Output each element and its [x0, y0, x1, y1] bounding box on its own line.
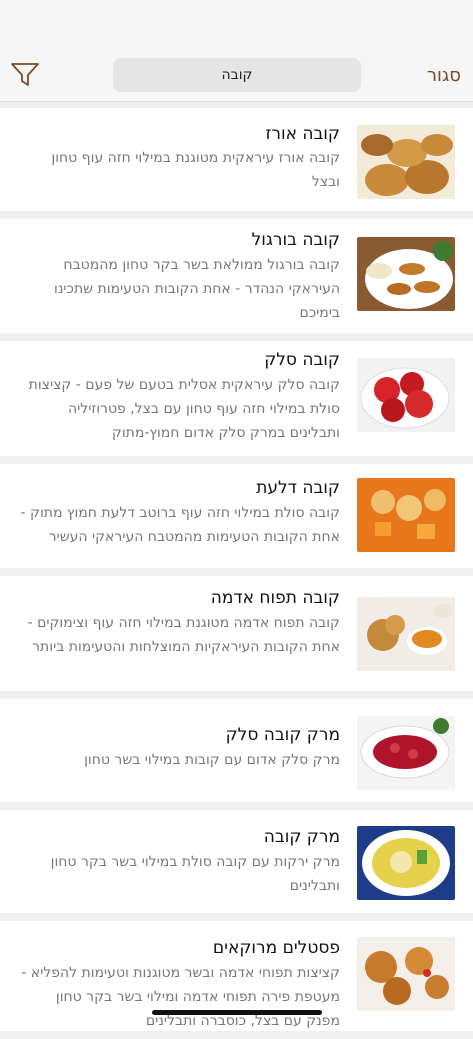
recipe-description: קובה אורז עיראקית מטוגנת במילוי חזה עוף …	[51, 150, 340, 190]
recipe-description: מרק ירקות עם קובה סולת במילוי בשר בקר טח…	[50, 854, 340, 894]
recipe-title: קובה סלק	[264, 350, 340, 370]
potato-kubbeh-photo	[357, 597, 455, 671]
pumpkin-kubbeh-photo	[357, 478, 455, 552]
beet-kubbeh-photo	[357, 358, 455, 432]
filter-icon[interactable]	[10, 60, 40, 90]
recipe-description: קובה סלק עיראקית אסלית בטעם של פעם - קצי…	[28, 377, 340, 441]
close-button[interactable]: סגור	[427, 64, 461, 88]
recipe-description: קובה סולת במילוי חזה עוף ברוטב דלעת חמוץ…	[20, 505, 340, 545]
recipe-title: קובה תפוח אדמה	[210, 588, 340, 608]
home-indicator[interactable]	[152, 1010, 322, 1015]
list-item[interactable]: קובה דלעת קובה סולת במילוי חזה עוף ברוטב…	[0, 464, 473, 568]
recipe-title: קובה בורגול	[251, 230, 340, 250]
moroccan-pastels-photo	[357, 937, 455, 1011]
search-input[interactable]: קובה	[113, 58, 361, 92]
kubbeh-soup-photo	[357, 826, 455, 900]
list-item[interactable]: קובה בורגול קובה בורגול ממולאת בשר בקר ט…	[0, 219, 473, 333]
recipe-title: מרק קובה	[263, 827, 340, 847]
recipe-title: מרק קובה סלק	[225, 725, 340, 745]
recipe-title: פסטלים מרוקאים	[212, 938, 340, 958]
recipe-title: קובה אורז	[265, 124, 340, 144]
recipe-list: קובה אורז קובה אורז עיראקית מטוגנת במילו…	[0, 108, 473, 1039]
recipe-title: קובה דלעת	[256, 478, 340, 498]
list-item[interactable]: קובה סלק קובה סלק עיראקית אסלית בטעם של …	[0, 341, 473, 456]
list-item[interactable]: קובה אורז קובה אורז עיראקית מטוגנת במילו…	[0, 108, 473, 211]
beet-soup-photo	[357, 716, 455, 790]
list-item[interactable]: מרק קובה סלק מרק סלק אדום עם קובות במילו…	[0, 699, 473, 802]
bulgur-kubbeh-photo	[357, 237, 455, 311]
recipe-description: קובה תפוח אדמה מטוגנת במילוי חזה עוף וצי…	[27, 615, 340, 655]
recipe-description: קציצות תפוחי אדמה ובשר מטוגנות וטעימות ל…	[21, 965, 340, 1029]
list-item[interactable]: מרק קובה מרק ירקות עם קובה סולת במילוי ב…	[0, 810, 473, 913]
top-bar: סגור קובה	[0, 0, 473, 102]
list-item[interactable]: קובה תפוח אדמה קובה תפוח אדמה מטוגנת במי…	[0, 576, 473, 691]
fried-kubbeh-photo	[357, 125, 455, 199]
recipe-description: קובה בורגול ממולאת בשר בקר טחון מהמטבח ה…	[54, 257, 340, 321]
recipe-description: מרק סלק אדום עם קובות במילוי בשר טחון	[84, 752, 340, 768]
